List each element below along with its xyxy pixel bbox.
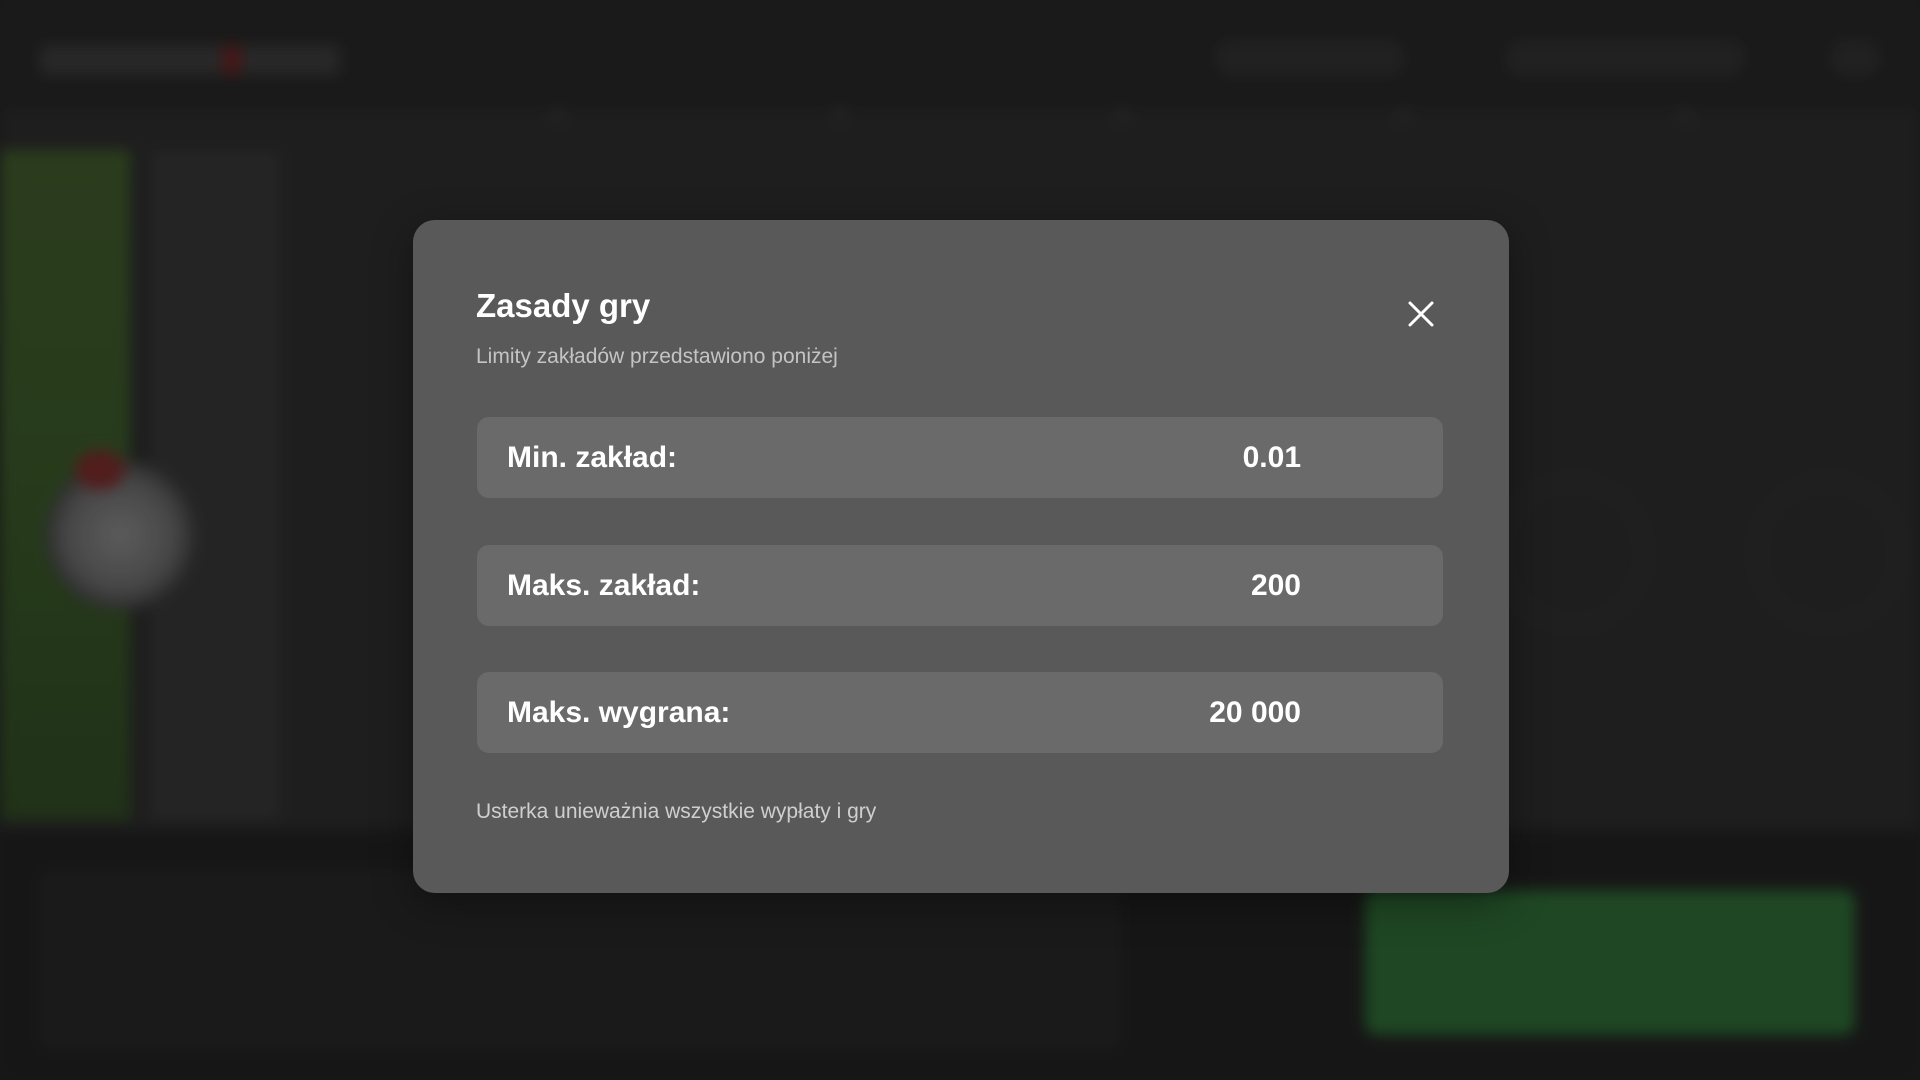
max-win-row: Maks. wygrana: 20 000 [477,672,1443,753]
limit-label: Maks. wygrana: [507,695,731,729]
game-rules-modal: Zasady gry Limity zakładów przedstawiono… [413,220,1509,893]
close-icon [1408,301,1434,327]
modal-subtitle: Limity zakładów przedstawiono poniżej [476,345,838,368]
max-bet-row: Maks. zakład: 200 [477,545,1443,626]
malfunction-note: Usterka unieważnia wszystkie wypłaty i g… [476,800,877,823]
close-button[interactable] [1399,292,1443,336]
limit-value: 20 000 [1209,695,1301,729]
limit-label: Min. zakład: [507,440,678,474]
page: Zasady gry Limity zakładów przedstawiono… [0,0,1920,1080]
limit-value: 0.01 [1242,440,1301,474]
limit-label: Maks. zakład: [507,568,701,602]
modal-title: Zasady gry [476,287,651,324]
min-bet-row: Min. zakład: 0.01 [477,417,1443,498]
limit-value: 200 [1250,568,1301,602]
